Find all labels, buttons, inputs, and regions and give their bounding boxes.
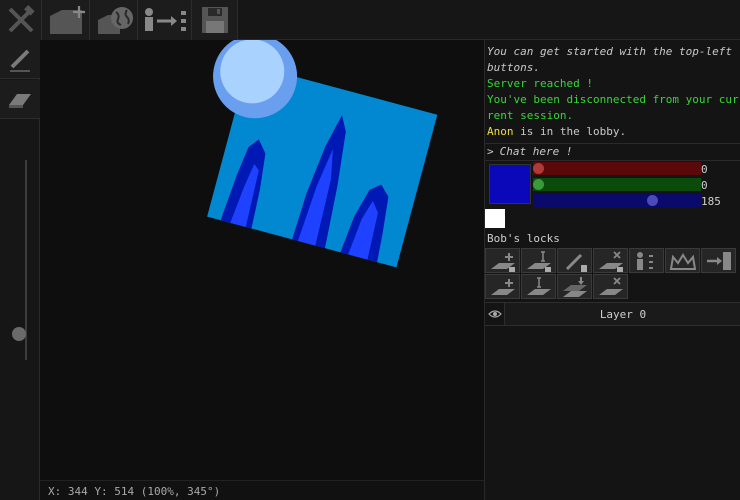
lock-add-layer-icon [490,252,515,272]
chat-message: Server reached ! [487,77,593,90]
channel-value-red: 0 [701,163,708,176]
chat-message-text: is in the lobby. [513,125,627,138]
drawing-canvas[interactable] [40,40,484,480]
locks-lock-add-layer-button[interactable] [485,248,520,273]
chat-message: You can get started with the top-left bu… [487,45,739,74]
merge-down-icon [562,276,587,297]
eraser-icon [9,94,31,108]
delete-layer-icon [598,276,623,295]
locks-add-layer-button[interactable] [485,274,520,299]
top-toolbar [0,0,740,40]
canvas-image [207,40,438,268]
rename-layer-icon [526,276,551,295]
crown-icon [669,252,696,270]
canvas-status-bar: X: 344 Y: 514 (100%, 345°) [40,480,484,500]
chat-log: You can get started with the top-left bu… [485,42,740,142]
chat-username[interactable]: Anon [487,125,514,138]
channel-knob-red[interactable] [533,163,544,174]
open-server-button[interactable] [90,0,138,40]
channel-track-red [533,162,701,175]
locks-exit-door-button[interactable] [701,248,736,273]
locks-delete-layer-button[interactable] [593,274,628,299]
lock-draw-icon [565,253,587,272]
share-session-icon [144,8,186,31]
new-image-button[interactable] [42,0,90,40]
channel-value-blue: 185 [701,195,721,208]
locks-user-broadcast-button[interactable] [629,248,664,273]
locks-rename-layer-button[interactable] [521,274,556,299]
add-layer-icon [490,278,515,295]
chat-input[interactable] [499,145,720,158]
left-tool-panel [0,40,40,500]
tools-icon [8,5,35,33]
tools-button[interactable] [0,0,42,40]
locks-title: Bob's locks [487,232,560,245]
locks-lock-delete-layer-button[interactable] [593,248,628,273]
eraser-tool-button[interactable] [0,80,40,119]
brush-tool-button[interactable] [0,40,40,79]
layer-visibility-toggle[interactable] [485,303,505,325]
chat-input-row: > [485,143,740,161]
channel-slider-green[interactable] [533,178,701,191]
channel-track-blue [533,194,701,207]
layer-row[interactable]: Layer 0 [485,302,740,326]
lock-rename-layer-icon [526,250,551,272]
secondary-color-swatch[interactable] [485,209,505,228]
channel-slider-blue[interactable] [533,194,701,207]
current-color-swatch[interactable] [489,164,531,204]
user-broadcast-icon [636,251,653,270]
lock-delete-layer-icon [598,250,623,272]
chat-message: You've been disconnected from your curre… [487,93,739,122]
locks-crown-button[interactable] [665,248,700,273]
right-panel: You can get started with the top-left bu… [484,40,740,500]
layer-name[interactable]: Layer 0 [505,303,740,325]
exit-door-icon [706,251,731,270]
locks-lock-rename-layer-button[interactable] [521,248,556,273]
channel-knob-blue[interactable] [647,195,658,206]
pencil-icon [10,49,30,72]
locks-merge-down-button[interactable] [557,274,592,299]
eye-icon [487,310,502,318]
channel-knob-green[interactable] [533,179,544,190]
new-image-icon [49,6,85,34]
channel-track-green [533,178,701,191]
chat-prompt: > [487,145,494,158]
share-session-button[interactable] [138,0,192,40]
channel-value-green: 0 [701,179,708,192]
channel-slider-red[interactable] [533,162,701,175]
brush-size-slider-thumb[interactable] [12,327,26,341]
chat-message: Anon is in the lobby. [487,124,739,140]
save-button[interactable] [192,0,238,40]
open-server-icon [97,7,133,34]
save-icon [201,7,228,33]
locks-lock-draw-button[interactable] [557,248,592,273]
